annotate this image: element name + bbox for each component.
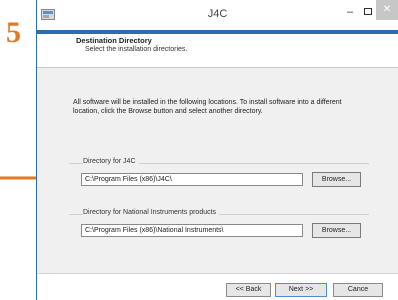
maximize-icon (364, 8, 372, 15)
maximize-button[interactable] (361, 2, 375, 22)
minimize-button[interactable]: – (340, 2, 360, 22)
title-bar: J4C – ✕ (37, 0, 398, 30)
footer-divider (37, 273, 398, 274)
j4c-directory-group: Directory for J4C C:\Program Files (x86)… (69, 158, 369, 198)
j4c-browse-button[interactable]: Browse... (312, 172, 361, 187)
j4c-directory-field[interactable]: C:\Program Files (x86)\J4C\ (81, 173, 303, 186)
header-panel: Destination Directory Select the install… (37, 34, 398, 68)
ni-directory-label: Directory for National Instruments produ… (83, 209, 220, 216)
description-text: All software will be installed in the fo… (73, 99, 342, 115)
installer-window: J4C – ✕ Destination Directory Select the… (36, 0, 398, 300)
ni-browse-button[interactable]: Browse... (312, 223, 361, 238)
j4c-directory-label: Directory for J4C (83, 158, 139, 165)
back-button[interactable]: << Back (226, 283, 271, 297)
cancel-button[interactable]: Cance (333, 283, 383, 297)
close-button[interactable]: ✕ (376, 0, 398, 20)
step-number: 5 (6, 16, 21, 49)
ni-directory-group: Directory for National Instruments produ… (69, 209, 369, 249)
ni-directory-field[interactable]: C:\Program Files (x86)\National Instrume… (81, 224, 303, 237)
page-title: Destination Directory (76, 36, 152, 45)
content-area: All software will be installed in the fo… (37, 68, 398, 273)
page-subtitle: Select the installation directories. (85, 46, 188, 53)
next-button[interactable]: Next >> (275, 283, 327, 297)
